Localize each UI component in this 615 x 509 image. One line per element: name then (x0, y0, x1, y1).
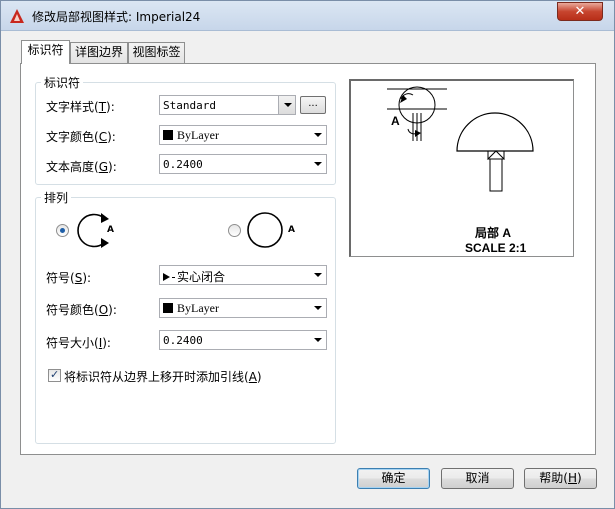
identifier-group-label: 标识符 (41, 74, 84, 91)
closed-filled-arrow-icon (163, 273, 170, 281)
dialog-window: 修改局部视图样式: Imperial24 ✕ 标识符 详图边界 视图标签 标识符… (0, 0, 615, 509)
text-color-select[interactable]: ByLayer (159, 125, 327, 145)
chevron-down-icon (309, 266, 326, 284)
color-swatch (163, 303, 173, 313)
text-color-value: ByLayer (177, 128, 219, 142)
text-style-value: Standard (163, 99, 216, 112)
text-height-select[interactable]: 0.2400 (159, 154, 327, 174)
tab-identifier[interactable]: 标识符 (21, 40, 70, 64)
ok-button[interactable]: 确定 (357, 468, 430, 489)
arrangement-option-right-radio[interactable] (228, 224, 241, 237)
chevron-down-icon (309, 126, 326, 144)
title-bar[interactable]: 修改局部视图样式: Imperial24 ✕ (1, 1, 614, 31)
window-title: 修改局部视图样式: Imperial24 (32, 10, 201, 24)
tab-panel: 标识符 文字样式(T): Standard ... 文字颜色(C): ByLay… (20, 63, 596, 455)
chevron-down-icon (278, 96, 295, 114)
symbol-label: 符号(S): (46, 271, 92, 285)
preview-panel: A 局部 A SCALE 2:1 (349, 79, 574, 257)
close-button[interactable]: ✕ (557, 2, 603, 21)
symbol-size-value: 0.2400 (163, 334, 203, 347)
symbol-select[interactable]: 实心闭合 (159, 265, 327, 285)
preview-caption-scale: SCALE 2:1 (465, 241, 527, 255)
arrangement-right-letter: A (288, 225, 295, 235)
color-swatch (163, 130, 173, 140)
symbol-color-label: 符号颜色(O): (46, 303, 117, 317)
chevron-down-icon (309, 331, 326, 349)
preview-caption-title: 局部 A (475, 226, 512, 240)
symbol-size-label: 符号大小(I): (46, 336, 111, 350)
preview-identifier-letter: A (391, 114, 400, 128)
symbol-size-select[interactable]: 0.2400 (159, 330, 327, 350)
text-height-label: 文本高度(G): (46, 160, 117, 174)
arrangement-left-letter: A (107, 225, 114, 235)
add-leader-label[interactable]: 将标识符从边界上移开时添加引线(A) (64, 368, 262, 385)
text-style-select[interactable]: Standard (159, 95, 296, 115)
tab-view-label[interactable]: 视图标签 (128, 42, 185, 63)
text-height-value: 0.2400 (163, 158, 203, 171)
help-button[interactable]: 帮助(H) (524, 468, 597, 489)
arrangement-option-left-radio[interactable] (56, 224, 69, 237)
text-style-label: 文字样式(T): (46, 100, 115, 114)
text-style-browse-button[interactable]: ... (300, 96, 326, 114)
preview-drawing (387, 86, 534, 192)
tab-detail-boundary[interactable]: 详图边界 (70, 42, 128, 63)
autocad-logo-icon (10, 9, 24, 23)
identifier-circle-symbol (247, 212, 283, 248)
cancel-button[interactable]: 取消 (441, 468, 514, 489)
add-leader-checkbox[interactable] (48, 368, 61, 382)
symbol-color-select[interactable]: ByLayer (159, 298, 327, 318)
chevron-down-icon (309, 155, 326, 173)
symbol-value: 实心闭合 (177, 270, 226, 284)
arrangement-group-label: 排列 (41, 189, 72, 206)
chevron-down-icon (309, 299, 326, 317)
text-color-label: 文字颜色(C): (46, 130, 116, 144)
symbol-color-value: ByLayer (177, 301, 219, 315)
